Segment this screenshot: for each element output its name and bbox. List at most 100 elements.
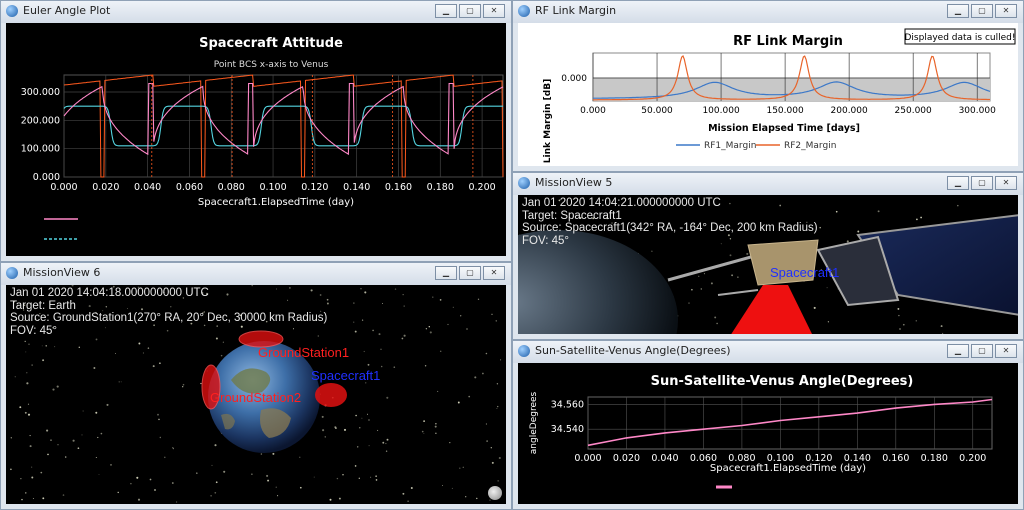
star (403, 305, 405, 307)
sun-satellite-venus-window[interactable]: Sun-Satellite-Venus Angle(Degrees) ▁ ▢ ✕ S… (512, 340, 1024, 510)
star (942, 332, 944, 334)
star (356, 446, 359, 448)
star (138, 342, 141, 345)
maximize-button[interactable]: ▢ (971, 344, 993, 358)
minimize-button[interactable]: ▁ (947, 176, 969, 190)
x-tick-label: 250.000 (895, 106, 932, 116)
star (329, 498, 332, 501)
star (31, 466, 33, 468)
star (24, 340, 26, 343)
chart-subtitle: Point BCS x-axis to Venus (214, 60, 329, 70)
close-button[interactable]: ✕ (483, 4, 505, 18)
star (10, 437, 12, 439)
star (214, 491, 217, 494)
3d-view-earth[interactable]: GroundStation1 GroundStation2 Spacecraft… (6, 285, 506, 504)
x-tick-label: 0.180 (427, 182, 454, 193)
star (95, 411, 98, 414)
x-tick-label: 0.000 (580, 106, 606, 116)
star (25, 351, 27, 353)
star (447, 323, 449, 326)
series-line (63, 74, 504, 178)
star (651, 250, 653, 252)
star (28, 343, 30, 345)
star (435, 423, 437, 425)
star (477, 298, 480, 300)
minimize-button[interactable]: ▁ (435, 266, 457, 280)
info-fov: FOV: 45° (10, 324, 57, 337)
x-tick-label: 50.000 (641, 106, 673, 116)
close-button[interactable]: ✕ (995, 4, 1017, 18)
star (394, 288, 397, 290)
close-button[interactable]: ✕ (995, 344, 1017, 358)
star (215, 337, 218, 340)
mission-view-5-window[interactable]: MissionView 5 ▁ ▢ ✕ Spacecraft1 Jan 01 2… (512, 172, 1024, 340)
maximize-button[interactable]: ▢ (459, 4, 481, 18)
title-bar[interactable]: MissionView 5 ▁ ▢ ✕ (513, 173, 1023, 195)
star (451, 487, 453, 489)
star (93, 367, 96, 369)
star (172, 447, 174, 449)
x-tick-label: 0.080 (728, 453, 755, 464)
star (210, 495, 212, 497)
label-spacecraft1: Spacecraft1 (311, 368, 380, 383)
star (380, 348, 382, 350)
star (354, 465, 357, 467)
x-tick-label: 0.020 (92, 182, 119, 193)
minimize-button[interactable]: ▁ (435, 4, 457, 18)
star (428, 326, 430, 328)
star (688, 302, 690, 304)
maximize-button[interactable]: ▢ (971, 176, 993, 190)
star (846, 240, 849, 243)
star (260, 453, 263, 455)
title-bar[interactable]: Euler Angle Plot ▁ ▢ ✕ (1, 1, 511, 23)
x-tick-label: 0.120 (805, 453, 832, 464)
star (54, 346, 56, 348)
mission-view-6-window[interactable]: MissionView 6 ▁ ▢ ✕ GroundStation1 GroundS… (0, 262, 512, 510)
minimize-button[interactable]: ▁ (947, 344, 969, 358)
star (898, 314, 900, 317)
minimize-button[interactable]: ▁ (947, 4, 969, 18)
star (31, 476, 34, 479)
star (98, 474, 100, 476)
star (432, 296, 434, 298)
x-tick-label: 0.200 (959, 453, 986, 464)
maximize-button[interactable]: ▢ (459, 266, 481, 280)
rf-link-margin-window[interactable]: RF Link Margin ▁ ▢ ✕ RF Link Margin Displa… (512, 0, 1024, 172)
star (41, 345, 43, 347)
star (375, 479, 378, 481)
star (877, 210, 880, 213)
3d-view-spacecraft[interactable]: Spacecraft1 Jan 01 2020 14:04:21.0000000… (518, 195, 1018, 334)
close-button[interactable]: ✕ (483, 266, 505, 280)
star (370, 476, 372, 478)
x-tick-label: 0.140 (844, 453, 871, 464)
star (437, 390, 439, 392)
star (498, 456, 501, 460)
x-tick-label: 300.000 (959, 106, 996, 116)
star (368, 445, 370, 447)
star (267, 479, 270, 482)
star (476, 497, 478, 500)
star (10, 468, 12, 471)
maximize-button[interactable]: ▢ (971, 4, 993, 18)
star (490, 447, 492, 449)
star (182, 386, 184, 388)
star (275, 486, 277, 488)
title-bar[interactable]: Sun-Satellite-Venus Angle(Degrees) ▁ ▢ ✕ (513, 341, 1023, 363)
star (353, 302, 355, 304)
title-bar[interactable]: RF Link Margin ▁ ▢ ✕ (513, 1, 1023, 23)
star (378, 333, 381, 336)
title-bar[interactable]: MissionView 6 ▁ ▢ ✕ (1, 263, 511, 285)
view-compass-icon[interactable] (488, 486, 502, 500)
star (698, 275, 700, 277)
app-icon (6, 267, 18, 279)
star (78, 346, 81, 349)
star (251, 473, 253, 475)
star (157, 413, 159, 416)
close-button[interactable]: ✕ (995, 176, 1017, 190)
chart-title: Spacecraft Attitude (199, 36, 343, 51)
star (42, 497, 45, 500)
star (130, 482, 132, 485)
euler-angle-plot-window[interactable]: Euler Angle Plot ▁ ▢ ✕ Spacecraft Attitude… (0, 0, 512, 262)
star (731, 274, 734, 277)
star (152, 365, 155, 368)
